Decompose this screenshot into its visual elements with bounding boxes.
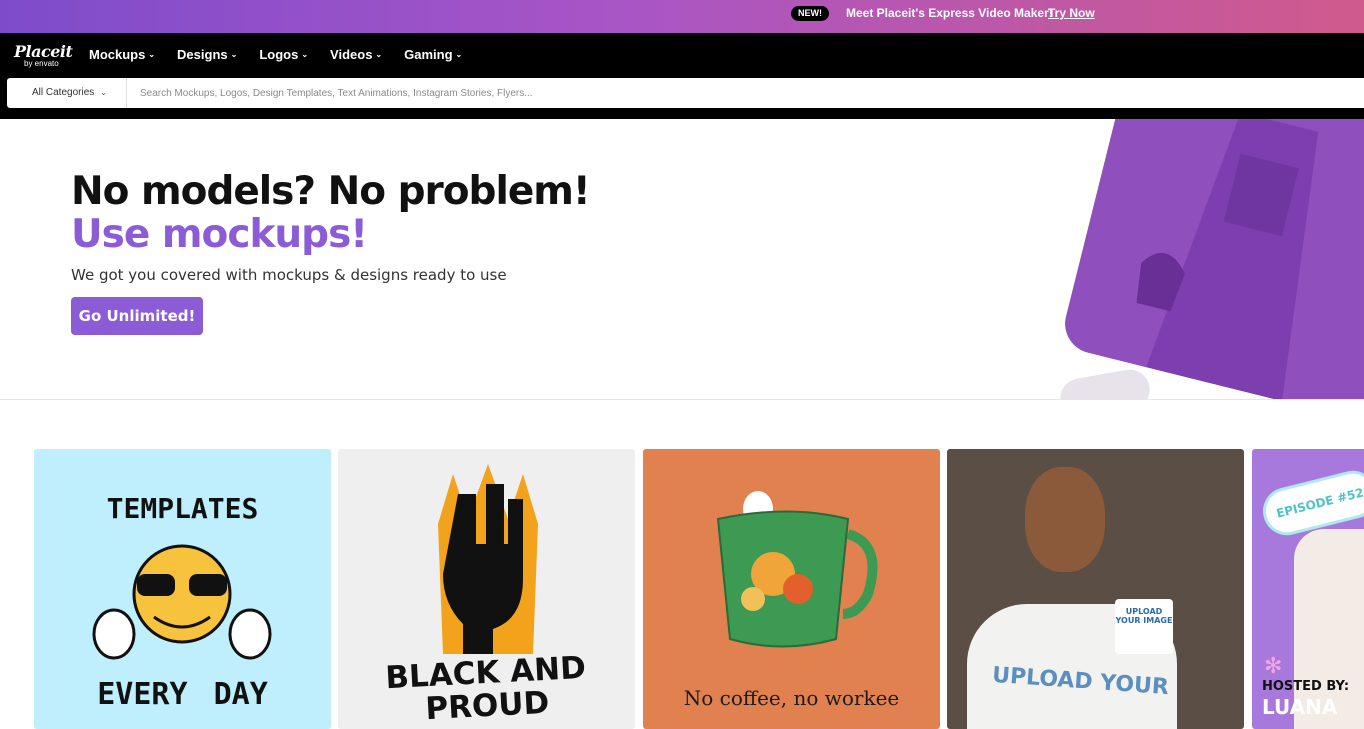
hero-model-image bbox=[1058, 119, 1364, 399]
new-badge: NEW! bbox=[791, 6, 829, 21]
card-title: TEMPLATES bbox=[106, 492, 259, 525]
go-unlimited-button[interactable]: Go Unlimited! bbox=[71, 297, 203, 335]
card-title: No coffee, no workee bbox=[683, 686, 900, 710]
model-illustration bbox=[1058, 119, 1364, 399]
chevron-down-icon: ⌄ bbox=[301, 50, 309, 59]
hero-subtitle: We got you covered with mockups & design… bbox=[71, 266, 507, 284]
nav-item-videos[interactable]: Videos ⌄ bbox=[330, 47, 382, 62]
fist-illustration bbox=[438, 464, 538, 654]
promo-bar: NEW! Meet Placeit's Express Video Maker!… bbox=[0, 0, 1364, 33]
hero-headline: No models? No problem! bbox=[71, 169, 591, 214]
coffee-mug-illustration bbox=[716, 491, 878, 648]
mug-upload-label: UPLOAD YOUR IMAGE bbox=[1115, 599, 1173, 654]
card-title: BLACK AND PROUD bbox=[384, 649, 587, 728]
emoji-illustration bbox=[92, 544, 272, 660]
flower-icon: ✻ bbox=[1264, 653, 1283, 678]
chevron-down-icon: ⌄ bbox=[100, 88, 107, 97]
hero-section: No models? No problem! Use mockups! We g… bbox=[0, 119, 1364, 400]
chevron-down-icon: ⌄ bbox=[230, 50, 238, 59]
nav-item-designs[interactable]: Designs ⌄ bbox=[177, 47, 237, 62]
hero-headline-accent: Use mockups! bbox=[71, 212, 368, 257]
hosted-by-label: HOSTED BY: bbox=[1262, 679, 1350, 694]
search-input[interactable] bbox=[135, 78, 1345, 108]
top-navigation: Placeit by envato Mockups ⌄ Designs ⌄ Logo… bbox=[0, 33, 1364, 119]
host-name: LUANA bbox=[1262, 695, 1338, 719]
nav-item-logos[interactable]: Logos ⌄ bbox=[259, 47, 308, 62]
template-card-templates[interactable]: TEMPLATES EVERY DAY bbox=[34, 449, 331, 729]
search-bar: All Categories ⌄ bbox=[7, 78, 1364, 108]
hero-decoration bbox=[1057, 366, 1153, 399]
chevron-down-icon: ⌄ bbox=[455, 50, 463, 59]
chevron-down-icon: ⌄ bbox=[375, 50, 383, 59]
chevron-down-icon: ⌄ bbox=[148, 50, 156, 59]
try-now-link[interactable]: Try Now bbox=[1048, 6, 1095, 20]
nav-item-gaming[interactable]: Gaming ⌄ bbox=[404, 47, 462, 62]
main-menu: Mockups ⌄ Designs ⌄ Logos ⌄ Videos ⌄ Gaming ⌄ bbox=[89, 47, 484, 62]
nav-item-mockups[interactable]: Mockups ⌄ bbox=[89, 47, 155, 62]
model-photo bbox=[1025, 467, 1105, 572]
template-card-coffee[interactable]: No coffee, no workee bbox=[643, 449, 940, 729]
placeit-logo[interactable]: Placeit by envato bbox=[14, 42, 73, 68]
promo-message: Meet Placeit's Express Video Maker! bbox=[846, 6, 1053, 20]
template-card-podcast[interactable]: EPISODE #52 ✻ HOSTED BY: LUANA bbox=[1252, 449, 1364, 729]
template-card-mug-mockup[interactable]: UPLOAD YOUR UPLOAD YOUR IMAGE bbox=[947, 449, 1244, 729]
category-dropdown[interactable]: All Categories ⌄ bbox=[7, 78, 127, 108]
template-card-black-and-proud[interactable]: BLACK AND PROUD bbox=[338, 449, 635, 729]
card-subtitle: EVERY DAY bbox=[97, 677, 268, 712]
